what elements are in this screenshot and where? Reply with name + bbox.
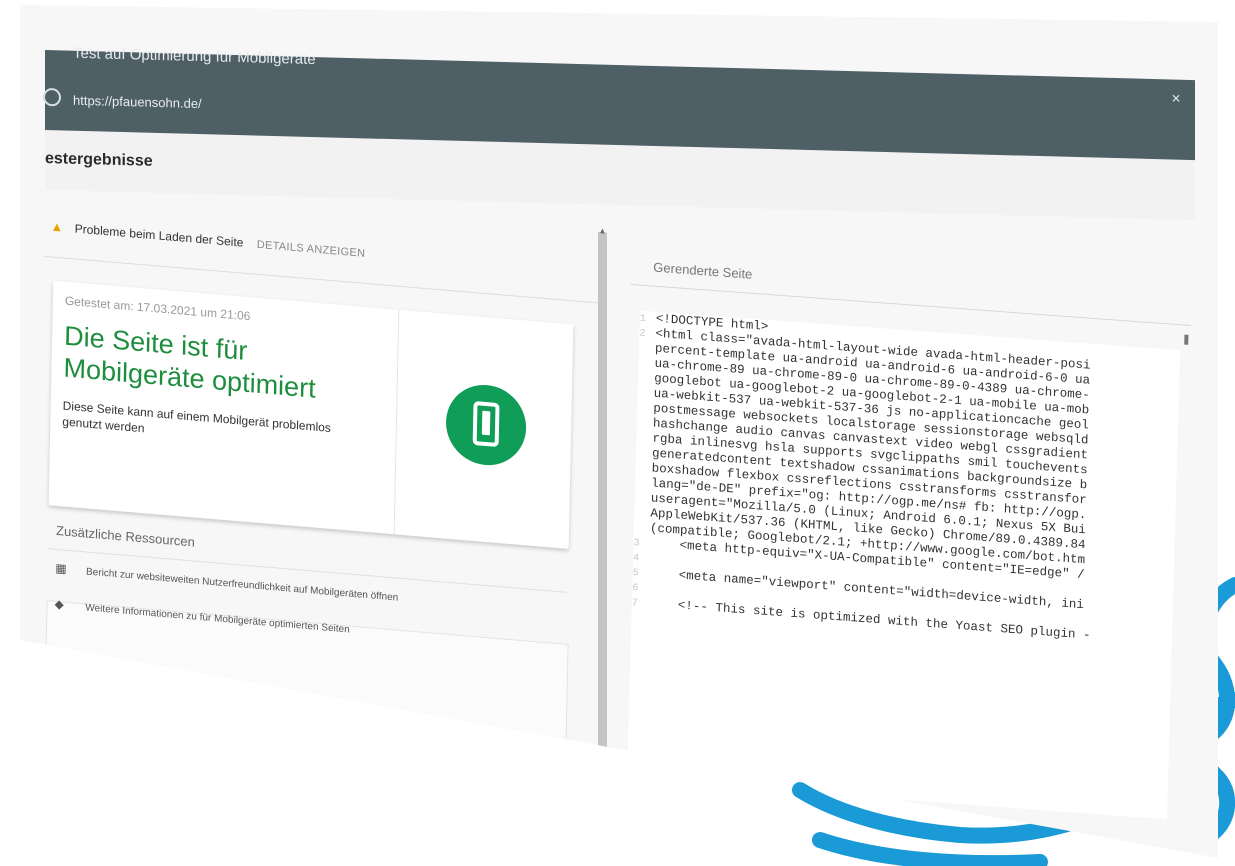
result-card: Getestet am: 17.03.2021 um 21:06 Die Sei… [48,280,574,549]
line-number [637,410,653,411]
line-number [636,440,652,441]
line-number: 7 [631,598,639,610]
resource-label: Bericht zur websiteweiten Nutzerfreundli… [85,566,399,604]
result-subtitle: Diese Seite kann auf einem Mobilgerät pr… [62,398,332,436]
tested-at-text: Getestet am: 17.03.2021 um 21:06 [64,293,251,324]
results-heading: estergebnisse [45,150,153,170]
details-button[interactable]: DETAILS ANZEIGEN [257,239,366,260]
warning-icon: ▲ [50,218,64,235]
resources-title: Zusätzliche Ressourcen [55,522,195,550]
line-number [635,485,651,486]
rendered-page-title: Gerenderte Seite [653,259,753,282]
pane-scrollbar[interactable]: ▲ [598,226,607,753]
line-number [634,530,650,531]
app-title: Test auf Optimierung für Mobilgeräte [73,44,316,69]
result-title: Die Seite ist für Mobilgeräte optimiert [63,320,316,404]
close-icon[interactable]: ✕ [1171,91,1181,105]
line-number [637,425,653,426]
card-divider [393,309,400,535]
tested-url[interactable]: https://pfauensohn.de/ [73,93,202,111]
left-pane: ▲ Probleme beim Laden der Seite DETAILS … [34,200,605,766]
code-viewer[interactable]: 1 <!DOCTYPE html> 2 <html class="avada-html… [626,310,1181,820]
report-icon: ▦ [55,560,67,576]
screenshot-panel: Test auf Optimierung für Mobilgeräte htt… [20,5,1218,858]
line-number [639,351,655,352]
line-number [634,515,650,516]
line-number [635,500,651,501]
line-number [639,365,655,366]
warning-text: Probleme beim Laden der Seite [74,221,244,250]
school-icon: ◆ [54,596,64,612]
resource-link-report[interactable]: ▦ Bericht zur websiteweiten Nutzerfreund… [55,561,398,604]
more-options-icon[interactable] [1184,334,1189,345]
globe-icon [43,87,61,107]
mobile-friendly-icon [445,381,527,469]
line-number [638,380,654,381]
line-number [636,470,652,471]
line-number [636,455,652,456]
line-number [638,395,654,396]
smartphone-icon [472,400,500,448]
scroll-up-icon[interactable]: ▲ [598,226,607,236]
rendered-page-pane: Gerenderte Seite 1 <!DOCTYPE html> 2 <html … [617,240,1192,820]
